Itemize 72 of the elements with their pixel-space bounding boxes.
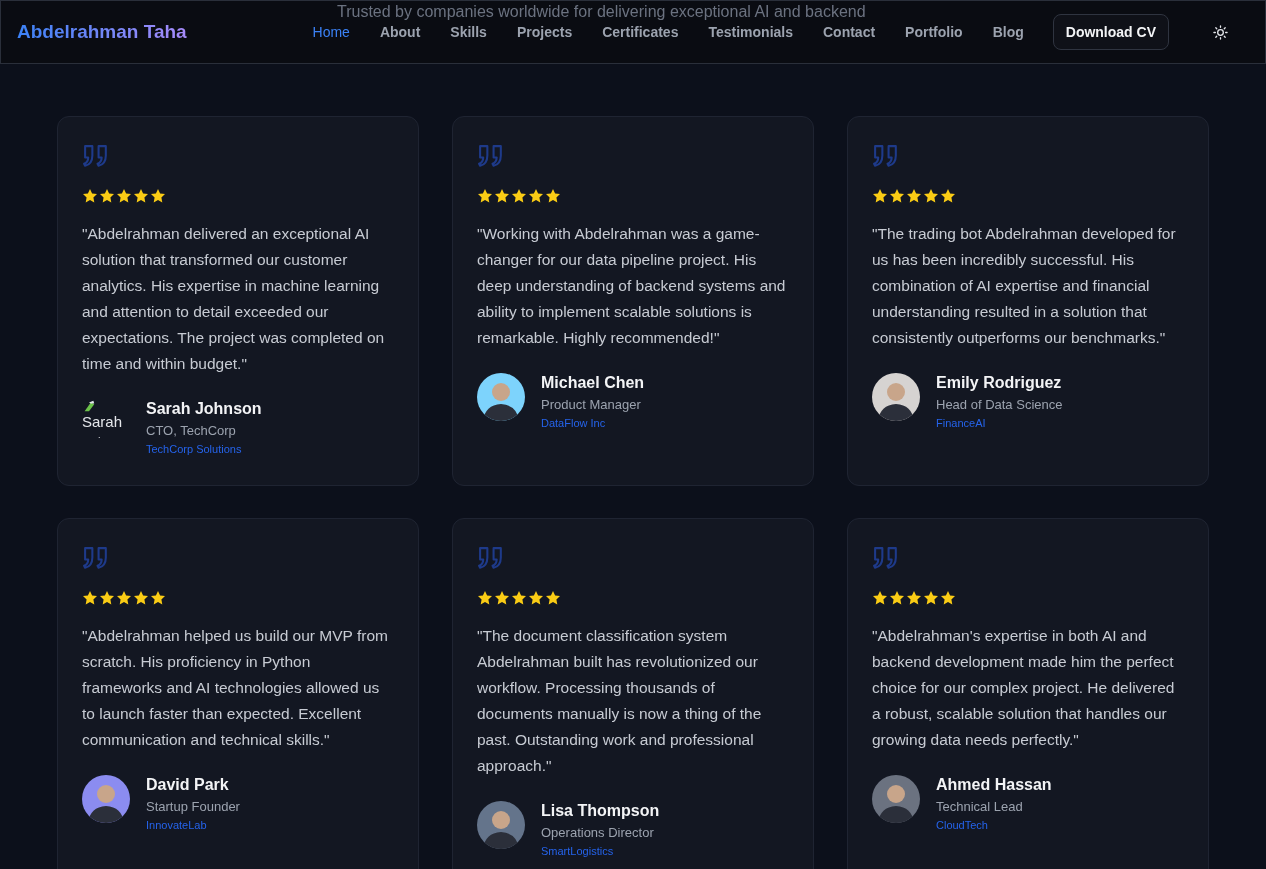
author-name: Sarah Johnson [146, 399, 262, 419]
avatar-silhouette-icon [872, 775, 920, 823]
author-role: Operations Director [541, 824, 654, 842]
author-name: Ahmed Hassan [936, 775, 1052, 795]
avatar-silhouette-icon [872, 373, 920, 421]
star-icon [494, 188, 510, 204]
author-name: Lisa Thompson [541, 801, 660, 821]
nav-link[interactable]: Contact [808, 18, 891, 46]
broken-image-icon [82, 399, 96, 413]
avatar-alt-text: Sarah [82, 413, 123, 430]
star-icon [477, 188, 493, 204]
star-icon [150, 188, 166, 204]
avatar-silhouette-icon [477, 373, 525, 421]
star-icon [150, 590, 166, 606]
author-company: TechCorp Solutions [146, 442, 242, 457]
star-icon [923, 590, 939, 606]
author-role: Startup Founder [146, 798, 240, 816]
testimonial-quote: "The document classification system Abdelrahman built has revolutionized our workflow. Processing thousands of documents manually is now a thing of the past. Outstanding work and professional approach." [477, 626, 763, 776]
star-icon [545, 188, 561, 204]
star-icon [82, 590, 98, 606]
sun-icon[interactable] [1213, 24, 1228, 40]
testimonial-quote: "Abdelrahman helped us build our MVP from scratch. His proficiency in Python frameworks and AI technologies allowed us to launch faster than expected. Excellent communication and technical skills." [82, 626, 389, 750]
testimonial-quote: "Abdelrahman's expertise in both AI and backend development made him the perfect choice for our complex project. He delivered a robust, scalable solution that handles our growing data needs perfectly." [872, 626, 1176, 750]
avatar-alt-text: . [98, 430, 101, 440]
star-icon [82, 188, 98, 204]
testimonial-quote: "Working with Abdelrahman was a game-changer for our data pipeline project. His deep understanding of backend systems and ability to implement scalable solutions is remarkable. Highly recommended!" [477, 224, 787, 348]
star-icon [940, 590, 956, 606]
author-role: Technical Lead [936, 798, 1023, 816]
author-company: InnovateLab [146, 818, 207, 833]
nav-link[interactable]: Portfolio [890, 18, 978, 46]
star-icon [906, 590, 922, 606]
author-name: David Park [146, 775, 229, 795]
star-icon [923, 188, 939, 204]
star-icon [545, 590, 561, 606]
star-icon [99, 590, 115, 606]
star-icon [872, 188, 888, 204]
star-icon [494, 590, 510, 606]
author-company: DataFlow Inc [541, 416, 606, 431]
star-icon [511, 590, 527, 606]
author-role: Head of Data Science [936, 396, 1063, 414]
star-icon [133, 590, 149, 606]
nav-link[interactable]: Projects [501, 18, 588, 46]
star-icon [889, 188, 905, 204]
star-icon [116, 590, 132, 606]
avatar-silhouette-icon [82, 775, 130, 823]
author-company: CloudTech [936, 818, 988, 833]
star-icon [940, 188, 956, 204]
section-subtitle: Trusted by companies worldwide for delivering exceptional AI and backend [337, 3, 866, 21]
author-company: SmartLogistics [541, 844, 614, 859]
star-icon [528, 590, 544, 606]
star-icon [906, 188, 922, 204]
avatar-silhouette-icon [477, 801, 525, 849]
author-role: Product Manager [541, 396, 641, 414]
nav-link[interactable]: Home [297, 18, 365, 46]
star-icon [511, 188, 527, 204]
nav-link[interactable]: Blog [977, 18, 1039, 46]
star-icon [872, 590, 888, 606]
star-icon [889, 590, 905, 606]
testimonial-quote: "The trading bot Abdelrahman developed for us has been incredibly successful. His combination of AI expertise and financial understanding resulted in a solution that consistently outperforms our benchmarks." [872, 224, 1177, 348]
star-icon [133, 188, 149, 204]
star-icon [528, 188, 544, 204]
author-role: CTO, TechCorp [146, 422, 236, 440]
star-icon [99, 188, 115, 204]
author-name: Emily Rodriguez [936, 373, 1062, 393]
testimonial-quote: "Abdelrahman delivered an exceptional AI solution that transformed our customer analytics. His expertise in machine learning and attention to detail exceeded our expectations. The project was completed on time and within budget." [82, 224, 386, 374]
nav-link[interactable]: Testimonials [693, 18, 808, 46]
nav-link[interactable]: Skills [435, 18, 502, 46]
star-icon [477, 590, 493, 606]
author-company: FinanceAI [936, 416, 986, 431]
download-cv-button[interactable]: Download CV [1052, 14, 1169, 50]
star-icon [116, 188, 132, 204]
author-name: Michael Chen [541, 373, 645, 393]
